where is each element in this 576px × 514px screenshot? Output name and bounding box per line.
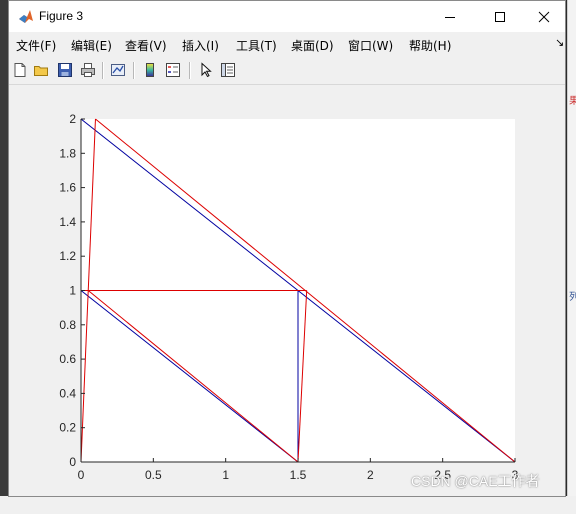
menu-help[interactable]: 帮助(H) xyxy=(409,37,451,54)
background-window-bottom xyxy=(0,496,576,514)
menu-tools[interactable]: 工具(T) xyxy=(236,37,277,54)
menu-window[interactable]: 窗口(W) xyxy=(348,37,393,54)
link-plot-button[interactable] xyxy=(109,61,127,79)
matlab-logo-icon xyxy=(19,10,33,23)
x-tick-label: 1.5 xyxy=(290,468,307,482)
toolbar-separator xyxy=(133,62,135,79)
y-tick-label: 1.6 xyxy=(59,181,76,195)
y-tick-label: 0.2 xyxy=(59,421,76,435)
toolbar-separator xyxy=(102,62,104,79)
save-button[interactable] xyxy=(56,61,74,79)
y-tick-label: 0.6 xyxy=(59,352,76,366)
csdn-watermark: CSDN @CAE工作者 xyxy=(411,473,540,489)
maximize-icon xyxy=(495,11,505,22)
y-tick-label: 1.2 xyxy=(59,249,76,263)
menu-view[interactable]: 查看(V) xyxy=(125,37,167,54)
toolbar xyxy=(9,57,565,85)
insert-legend-icon xyxy=(166,63,180,77)
new-figure-button[interactable] xyxy=(11,61,29,79)
link-plot-icon xyxy=(111,64,125,76)
maximize-button[interactable] xyxy=(477,1,523,32)
toolbar-separator xyxy=(189,62,191,79)
print-button[interactable] xyxy=(79,61,97,79)
figure-window: Figure 3 文件(F) 编辑(E) 查看(V) 插入(I) 工具(T) 桌… xyxy=(8,0,566,497)
insert-colorbar-button[interactable] xyxy=(141,61,159,79)
y-tick-label: 0 xyxy=(69,455,76,469)
dock-arrow-icon[interactable]: ↘ xyxy=(555,36,564,49)
window-title: Figure 3 xyxy=(39,9,84,23)
print-icon xyxy=(81,63,95,77)
menu-desktop[interactable]: 桌面(D) xyxy=(291,37,334,54)
y-tick-label: 1.8 xyxy=(59,146,76,160)
select-arrow-button[interactable] xyxy=(197,61,215,79)
minimize-icon xyxy=(445,16,455,18)
x-tick-label: 2 xyxy=(367,468,374,482)
menu-insert[interactable]: 插入(I) xyxy=(182,37,219,54)
x-tick-label: 0 xyxy=(78,468,85,482)
select-arrow-icon xyxy=(201,62,212,78)
close-button[interactable] xyxy=(521,1,567,32)
property-inspector-icon xyxy=(221,63,235,77)
insert-legend-button[interactable] xyxy=(164,61,182,79)
x-tick-label: 1 xyxy=(222,468,229,482)
y-tick-label: 1 xyxy=(69,284,76,298)
y-tick-label: 2 xyxy=(69,112,76,126)
open-file-button[interactable] xyxy=(32,61,50,79)
y-tick-label: 1.4 xyxy=(59,215,76,229)
menu-edit[interactable]: 编辑(E) xyxy=(71,37,112,54)
line-plot[interactable]: 0 0.5 1 1.5 2 2.5 300.20.40.60.811.21.41.61.82 xyxy=(9,85,565,496)
menu-bar: 文件(F) 编辑(E) 查看(V) 插入(I) 工具(T) 桌面(D) 窗口(W… xyxy=(9,33,565,55)
menu-file[interactable]: 文件(F) xyxy=(16,37,56,54)
y-tick-label: 0.8 xyxy=(59,318,76,332)
figure-canvas: 0 0.5 1 1.5 2 2.5 3 0 0.2 0.4 0.6 0.8 1 1.2 1.4 1.6 1.8 2… xyxy=(9,85,565,496)
insert-colorbar-icon xyxy=(146,63,154,77)
save-icon xyxy=(58,63,72,77)
background-text: 列 xyxy=(569,292,576,303)
title-bar[interactable]: Figure 3 xyxy=(9,1,565,32)
open-file-icon xyxy=(34,66,48,76)
property-inspector-button[interactable] xyxy=(219,61,237,79)
new-figure-icon xyxy=(14,63,26,77)
minimize-button[interactable] xyxy=(427,1,473,32)
close-icon xyxy=(538,11,550,22)
background-text: 果 xyxy=(569,96,576,107)
background-window-right: 果 列 xyxy=(567,0,576,514)
x-tick-label: 0.5 xyxy=(145,468,162,482)
y-tick-label: 0.4 xyxy=(59,386,76,400)
